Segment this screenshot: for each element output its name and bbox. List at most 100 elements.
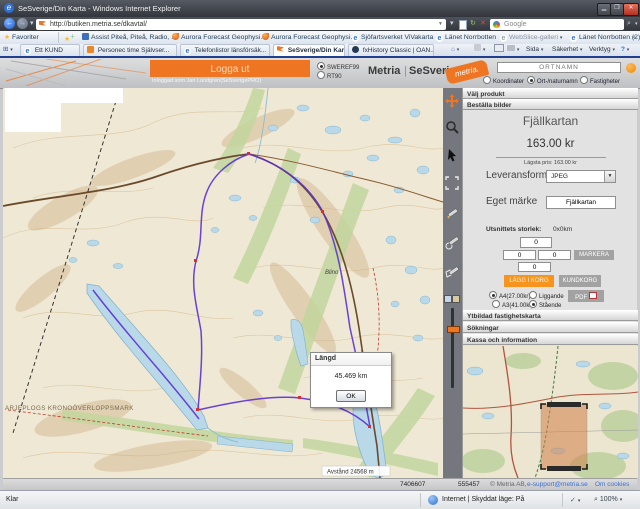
swatch-blue[interactable] (444, 295, 452, 303)
zoom-slider-handle[interactable] (447, 326, 460, 333)
refresh-dropdown-icon[interactable]: ▾ (450, 19, 454, 29)
feeds-button[interactable]: ▾ (474, 44, 485, 56)
forward-button[interactable]: → (17, 18, 28, 29)
map-tool-strip (443, 88, 462, 478)
brand-metria: Metria (368, 65, 400, 77)
pdf-button[interactable]: PDF (568, 290, 604, 302)
favorite-link[interactable]: eSjöfartsverket ViVakarta (352, 31, 433, 44)
crs-rt90-radio[interactable]: RT90 (317, 71, 342, 80)
refresh-icon[interactable]: ↻ (470, 19, 476, 29)
place-search-input[interactable] (497, 62, 621, 73)
zoom-level-control[interactable]: ⌕ 100% ▾ (594, 496, 622, 504)
extent-top-input[interactable] (520, 237, 552, 248)
section-valj-produkt[interactable]: Välj produkt (463, 88, 638, 99)
favorite-link[interactable]: eLänet Norrbotten (2) (570, 31, 640, 44)
maximize-button[interactable]: ❐ (610, 3, 624, 16)
support-link[interactable]: e-support@metria.se (527, 481, 588, 488)
pointer-tool-icon[interactable] (444, 148, 460, 164)
divider (496, 157, 606, 158)
stop-icon[interactable]: ✕ (480, 19, 486, 29)
protected-mode-icon[interactable]: ✓ ▾ (570, 496, 580, 504)
orient-liggande-radio[interactable]: Liggande (529, 291, 564, 300)
paper-a3-radio[interactable]: A3(41.00kr) (492, 300, 533, 309)
tab-telefonlistor[interactable]: e Telefonlistor länsförsäk... (180, 44, 270, 56)
menu-verktyg[interactable]: Verktyg ▾ (589, 44, 615, 56)
help-button[interactable]: ? ▾ (621, 44, 629, 56)
extent-bottom-input[interactable] (518, 262, 551, 272)
mode-ortnamn-radio[interactable]: Ort-/naturnamn (527, 76, 578, 85)
favorites-button[interactable]: ★ Favoriter (4, 31, 39, 44)
tab-bar: ⊞ ▾ e Ett KUND Personec time Självser...… (0, 44, 640, 56)
eget-marke-input[interactable] (546, 196, 616, 209)
print-button[interactable]: ▾ (507, 44, 519, 56)
product-name: Fjällkartan (463, 114, 638, 128)
tab-personec[interactable]: Personec time Självser... (83, 44, 177, 56)
select-area-tool-icon[interactable] (444, 176, 460, 192)
tab-sesverige-active[interactable]: SeSverige/Din Karta ✕ (273, 44, 345, 56)
home-button[interactable]: ⌂ ▾ (451, 44, 459, 56)
search-go-button[interactable] (626, 63, 636, 73)
search-placeholder: Google (504, 19, 527, 30)
paper-a4-radio[interactable]: A4(27.00kr) (489, 291, 530, 300)
favorite-link[interactable]: eLänet Norrbotten (436, 31, 496, 44)
mode-fastigheter-radio[interactable]: Fastigheter (580, 76, 620, 85)
address-bar: ← → ▾ http://butiken.metria.se/dkavtal/ … (0, 17, 640, 31)
mode-koordinater-radio[interactable]: Koordinater (483, 76, 524, 85)
search-box[interactable]: Google (490, 19, 624, 30)
draw-polygon-tool-icon[interactable] (444, 266, 460, 282)
read-mail-icon[interactable] (494, 44, 504, 56)
cookies-link[interactable]: Om cookies (595, 481, 629, 488)
copyright-text: © Metria AB, (490, 481, 527, 488)
draw-circle-tool-icon[interactable] (444, 236, 460, 252)
site-favicon (39, 21, 46, 28)
section-bestalla-bilder[interactable]: Beställa bilder (463, 99, 638, 110)
header-decoration (6, 59, 146, 86)
favorite-link[interactable]: Aurora Forecast Geophysi... (172, 31, 266, 44)
favorites-overflow-icon[interactable]: » (632, 31, 636, 44)
swatch-tan[interactable] (452, 295, 460, 303)
menu-sakerhet[interactable]: Säkerhet ▾ (552, 44, 582, 56)
pan-tool-icon[interactable] (444, 94, 460, 110)
section-ytbildad[interactable]: Ytbildad fastighetskarta (463, 310, 638, 321)
zoom-tool-icon[interactable] (444, 120, 460, 136)
favorite-link[interactable]: Assist Piteå, Piteå, Radio, ... (82, 31, 177, 44)
map-canvas[interactable]: ARJEPLOGS KRONOÖVERLOPPSMARK Blino Avstå… (3, 88, 443, 478)
lagg-i-korg-button[interactable]: LÄGG I KORG (504, 275, 554, 287)
logout-button[interactable]: Logga ut (150, 60, 310, 77)
overview-map[interactable] (463, 346, 638, 478)
favorite-link[interactable]: Aurora Forecast Geophysi... (262, 31, 356, 44)
favorite-link[interactable]: eWebSlice-galleri ▾ (500, 31, 562, 44)
app-toolbar: Logga ut Inloggad som Jan Lundgren(SeSve… (0, 58, 640, 89)
section-sokningar[interactable]: Sökningar (463, 322, 638, 333)
minimize-button[interactable]: ▁ (597, 3, 611, 16)
layer-swatches[interactable] (444, 290, 460, 306)
back-button[interactable]: ← (4, 18, 15, 29)
quick-tabs-icon[interactable]: ⊞ ▾ (3, 44, 13, 56)
close-button[interactable]: ✕ (623, 3, 639, 16)
markera-button[interactable]: MARKERA (574, 250, 614, 260)
crs-sweref99-radio[interactable]: SWEREF99 (317, 62, 359, 71)
extent-left-input[interactable] (503, 250, 536, 260)
overview-selection[interactable] (541, 404, 587, 469)
ok-button[interactable]: OK (336, 390, 366, 402)
tab-fxhistory[interactable]: fxHistory Classic | OAN... (348, 44, 434, 56)
extent-right-input[interactable] (538, 250, 571, 260)
zoom-slider-track[interactable] (451, 308, 454, 388)
url-dropdown-icon[interactable]: ▼ (438, 19, 443, 30)
select-arrow-icon[interactable]: ▼ (604, 171, 615, 182)
menu-sida[interactable]: Sida ▾ (526, 44, 543, 56)
logged-in-as: Inloggad som Jan Lundgren(SeSverigePRO) (152, 78, 261, 84)
orient-staende-radio[interactable]: Stående (529, 300, 561, 309)
order-panel: Välj produkt Beställa bilder Fjällkartan… (462, 88, 637, 478)
search-magnifier-icon[interactable]: ⌕ (627, 19, 631, 29)
draw-line-tool-icon[interactable] (444, 206, 460, 222)
search-dropdown-icon[interactable]: ▾ (635, 19, 638, 29)
tab-ett-kund[interactable]: e Ett KUND (20, 44, 80, 56)
page-icon[interactable] (459, 20, 467, 30)
section-kassa[interactable]: Kassa och information (463, 334, 638, 345)
add-favorite-icon[interactable]: ★＋ (64, 31, 75, 44)
format-select[interactable]: JPEG ▼ (546, 170, 616, 183)
kundkorg-button[interactable]: KUNDKORG (559, 275, 601, 287)
history-dropdown-icon[interactable]: ▾ (30, 19, 34, 29)
url-field[interactable]: http://butiken.metria.se/dkavtal/ ▼ (36, 19, 446, 30)
